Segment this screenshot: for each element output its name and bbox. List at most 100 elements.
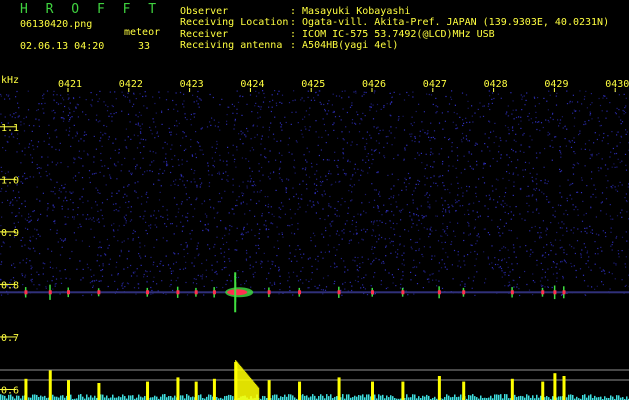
noise-speck	[605, 235, 607, 238]
noise-speck	[13, 263, 15, 265]
noise-speck	[625, 200, 628, 202]
noise-speck	[491, 262, 493, 264]
noise-speck	[236, 227, 238, 229]
x-tick-label: 0425	[301, 79, 325, 90]
noise-speck	[246, 185, 248, 187]
count-noise-bar	[170, 396, 172, 400]
noise-speck	[601, 270, 603, 272]
noise-speck	[207, 223, 209, 225]
noise-speck	[170, 272, 173, 275]
noise-speck	[100, 269, 102, 272]
noise-speck	[242, 271, 244, 273]
noise-speck	[447, 204, 449, 206]
noise-speck	[64, 269, 66, 271]
noise-speck	[125, 128, 127, 130]
noise-speck	[24, 276, 26, 278]
noise-speck	[140, 128, 142, 130]
noise-speck	[71, 250, 73, 253]
noise-speck	[564, 138, 566, 140]
noise-speck	[148, 225, 150, 227]
noise-speck	[625, 231, 627, 233]
noise-speck	[202, 274, 204, 276]
noise-speck	[213, 246, 215, 248]
noise-speck	[560, 153, 562, 155]
count-noise-bar	[302, 394, 304, 400]
noise-speck	[293, 90, 295, 92]
noise-speck	[144, 245, 146, 247]
noise-speck	[281, 154, 283, 156]
noise-speck	[500, 267, 503, 270]
noise-speck	[96, 260, 98, 262]
noise-speck	[363, 91, 365, 93]
noise-speck	[616, 145, 618, 147]
noise-speck	[113, 209, 115, 212]
noise-speck	[143, 105, 145, 107]
noise-speck	[351, 223, 353, 225]
noise-speck	[187, 252, 189, 255]
noise-speck	[226, 179, 228, 181]
noise-speck	[246, 203, 248, 205]
noise-speck	[625, 266, 627, 268]
noise-speck	[401, 189, 403, 191]
noise-speck	[290, 260, 293, 262]
noise-speck	[309, 200, 311, 202]
noise-speck	[451, 264, 453, 266]
noise-speck	[524, 161, 527, 163]
noise-speck	[204, 224, 206, 226]
noise-speck	[491, 219, 493, 221]
noise-speck	[474, 144, 476, 146]
noise-speck	[569, 244, 571, 246]
noise-speck	[172, 99, 174, 102]
noise-speck	[533, 188, 535, 190]
noise-speck	[438, 280, 440, 282]
noise-speck	[504, 192, 507, 194]
noise-speck	[453, 230, 455, 232]
noise-speck	[435, 105, 437, 107]
noise-speck	[421, 121, 423, 123]
noise-speck	[616, 107, 618, 109]
noise-speck	[186, 118, 188, 121]
count-noise-bar	[616, 395, 618, 400]
noise-speck	[611, 244, 613, 246]
noise-speck	[90, 269, 92, 271]
noise-speck	[536, 157, 538, 159]
noise-speck	[100, 159, 102, 161]
noise-speck	[515, 116, 518, 119]
noise-speck	[233, 128, 235, 130]
noise-speck	[566, 253, 568, 255]
noise-speck	[137, 122, 139, 124]
noise-speck	[131, 105, 134, 108]
noise-speck	[297, 228, 299, 230]
count-noise-bar	[454, 394, 456, 400]
noise-speck	[615, 263, 617, 265]
noise-speck	[36, 186, 38, 188]
noise-speck	[620, 123, 622, 125]
noise-speck	[6, 94, 8, 96]
noise-speck	[122, 196, 124, 198]
noise-speck	[181, 230, 183, 232]
noise-speck	[405, 189, 407, 191]
noise-speck	[390, 252, 392, 254]
noise-speck	[373, 220, 376, 222]
noise-speck	[301, 194, 303, 196]
noise-speck	[316, 287, 318, 289]
noise-speck	[376, 241, 378, 243]
noise-speck	[417, 179, 419, 181]
noise-speck	[79, 157, 81, 159]
noise-speck	[474, 219, 477, 221]
noise-speck	[519, 188, 521, 190]
noise-speck	[184, 117, 186, 119]
noise-speck	[216, 140, 218, 143]
count-noise-bar	[156, 396, 158, 400]
noise-speck	[253, 183, 256, 185]
noise-speck	[302, 267, 304, 269]
noise-speck	[386, 103, 388, 105]
noise-speck	[560, 261, 562, 263]
noise-speck	[335, 233, 338, 235]
noise-speck	[18, 143, 20, 145]
noise-speck	[128, 184, 130, 186]
noise-speck	[493, 97, 495, 100]
noise-speck	[380, 283, 382, 286]
noise-speck	[278, 270, 280, 272]
noise-speck	[418, 249, 420, 251]
